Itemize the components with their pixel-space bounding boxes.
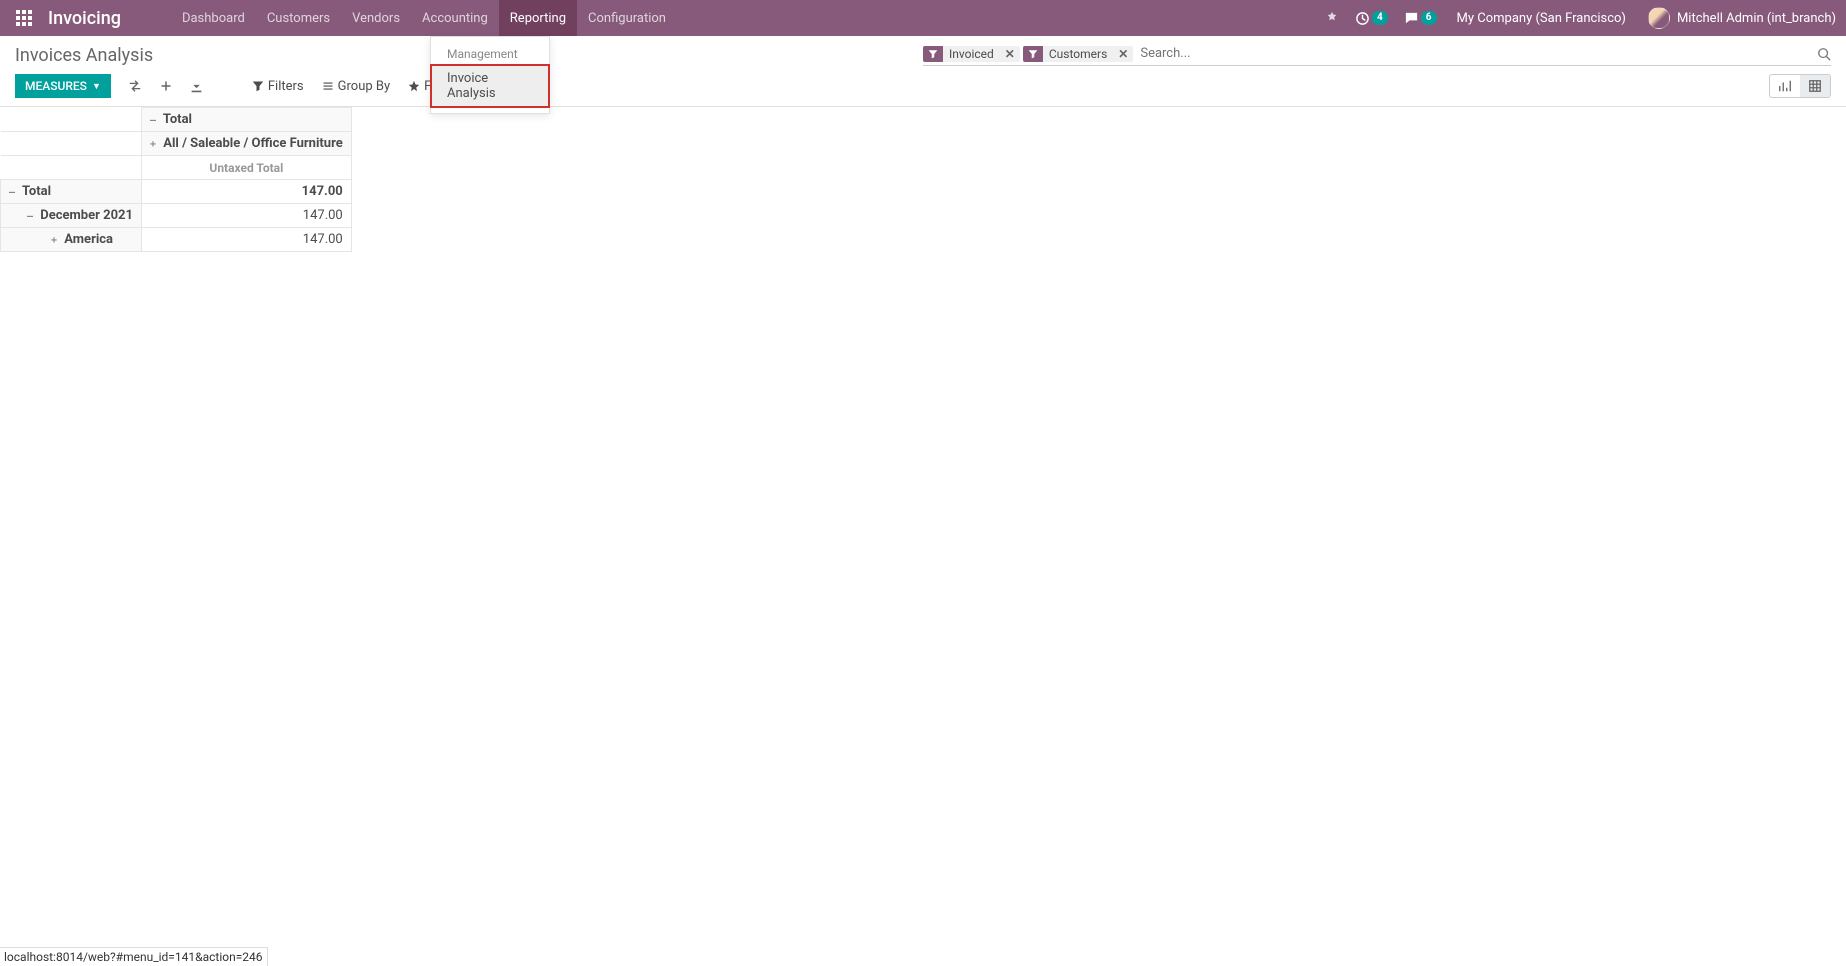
facet-label: Invoiced: [943, 47, 1000, 61]
row-header-region[interactable]: + America: [1, 228, 142, 252]
avatar: [1648, 7, 1670, 29]
blank: [1, 156, 142, 180]
row-header-month[interactable]: — December 2021: [1, 204, 142, 228]
user-menu[interactable]: Mitchell Admin (int_branch): [1638, 7, 1846, 29]
search-bar[interactable]: Invoiced ✕ Customers ✕: [923, 44, 1831, 66]
table-row: — December 2021 147.00: [1, 204, 352, 228]
activity-icon[interactable]: 4: [1347, 0, 1396, 36]
groupby-button[interactable]: Group By: [322, 79, 391, 94]
filter-icon: [1023, 46, 1043, 62]
view-switcher: [1769, 74, 1831, 98]
measure-header: Untaxed Total: [141, 156, 351, 180]
cell-value: 147.00: [141, 228, 351, 252]
apps-icon[interactable]: [14, 8, 34, 28]
blank-corner: [1, 108, 142, 132]
measures-label: MEASURES: [25, 79, 87, 93]
caret-down-icon: ▼: [92, 81, 101, 92]
download-button[interactable]: [181, 74, 212, 98]
col-total-label: Total: [163, 112, 192, 127]
facet-customers: Customers ✕: [1023, 46, 1133, 62]
pivot-view-button[interactable]: [1800, 75, 1830, 97]
facet-invoiced: Invoiced ✕: [923, 46, 1020, 62]
nav-right: 4 6 My Company (San Francisco) Mitchell …: [1317, 0, 1846, 36]
row-header-total[interactable]: — Total: [1, 180, 142, 204]
nav-reporting[interactable]: Reporting: [499, 0, 577, 36]
table-row: + America 147.00: [1, 228, 352, 252]
filters-button[interactable]: Filters: [252, 79, 304, 94]
nav-vendors[interactable]: Vendors: [341, 0, 411, 36]
minus-icon: —: [150, 115, 156, 126]
facet-remove[interactable]: ✕: [1000, 47, 1020, 61]
minus-icon: —: [27, 211, 33, 222]
chat-badge: 6: [1421, 11, 1437, 25]
plus-icon: +: [51, 235, 57, 246]
gift-icon[interactable]: [1317, 0, 1347, 36]
status-bar: localhost:8014/web?#menu_id=141&action=2…: [0, 947, 268, 966]
app-brand[interactable]: Invoicing: [48, 8, 121, 29]
label: Group By: [338, 79, 391, 94]
pivot-table: — Total + All / Saleable / Office Furnit…: [0, 107, 1846, 252]
search-input[interactable]: [1136, 44, 1813, 63]
filter-icon: [923, 46, 943, 62]
table-row: — Total 147.00: [1, 180, 352, 204]
nav-menu: Dashboard Customers Vendors Accounting R…: [171, 0, 677, 36]
user-name: Mitchell Admin (int_branch): [1677, 11, 1836, 26]
cell-value: 147.00: [141, 204, 351, 228]
activity-badge: 4: [1372, 11, 1388, 25]
nav-customers[interactable]: Customers: [256, 0, 341, 36]
search-icon[interactable]: [1817, 47, 1831, 61]
dropdown-item-invoice-analysis[interactable]: Invoice Analysis: [431, 65, 549, 107]
col-header-group[interactable]: + All / Saleable / Office Furniture: [141, 132, 351, 156]
col-group-label: All / Saleable / Office Furniture: [163, 136, 343, 151]
control-panel: Invoices Analysis Invoiced ✕ Customers ✕: [0, 36, 1846, 107]
row-label: America: [64, 232, 113, 247]
row-label: December 2021: [40, 208, 133, 223]
chat-icon[interactable]: 6: [1396, 0, 1445, 36]
navbar: Invoicing Dashboard Customers Vendors Ac…: [0, 0, 1846, 36]
row-label: Total: [22, 184, 51, 199]
nav-configuration[interactable]: Configuration: [577, 0, 677, 36]
label: Filters: [268, 79, 304, 94]
nav-accounting[interactable]: Accounting: [411, 0, 499, 36]
col-header-total[interactable]: — Total: [141, 108, 351, 132]
company-selector[interactable]: My Company (San Francisco): [1445, 11, 1638, 26]
dropdown-section-label: Management: [431, 43, 549, 65]
plus-icon: +: [150, 139, 156, 150]
cell-value: 147.00: [141, 180, 351, 204]
nav-dashboard[interactable]: Dashboard: [171, 0, 256, 36]
measures-button[interactable]: MEASURES ▼: [15, 74, 111, 98]
blank: [1, 132, 142, 156]
graph-view-button[interactable]: [1770, 75, 1800, 97]
flip-axis-button[interactable]: [119, 74, 151, 98]
facet-label: Customers: [1043, 47, 1113, 61]
facet-remove[interactable]: ✕: [1113, 47, 1133, 61]
minus-icon: —: [9, 187, 15, 198]
reporting-dropdown: Management Invoice Analysis: [430, 36, 550, 114]
expand-all-button[interactable]: [151, 74, 181, 98]
